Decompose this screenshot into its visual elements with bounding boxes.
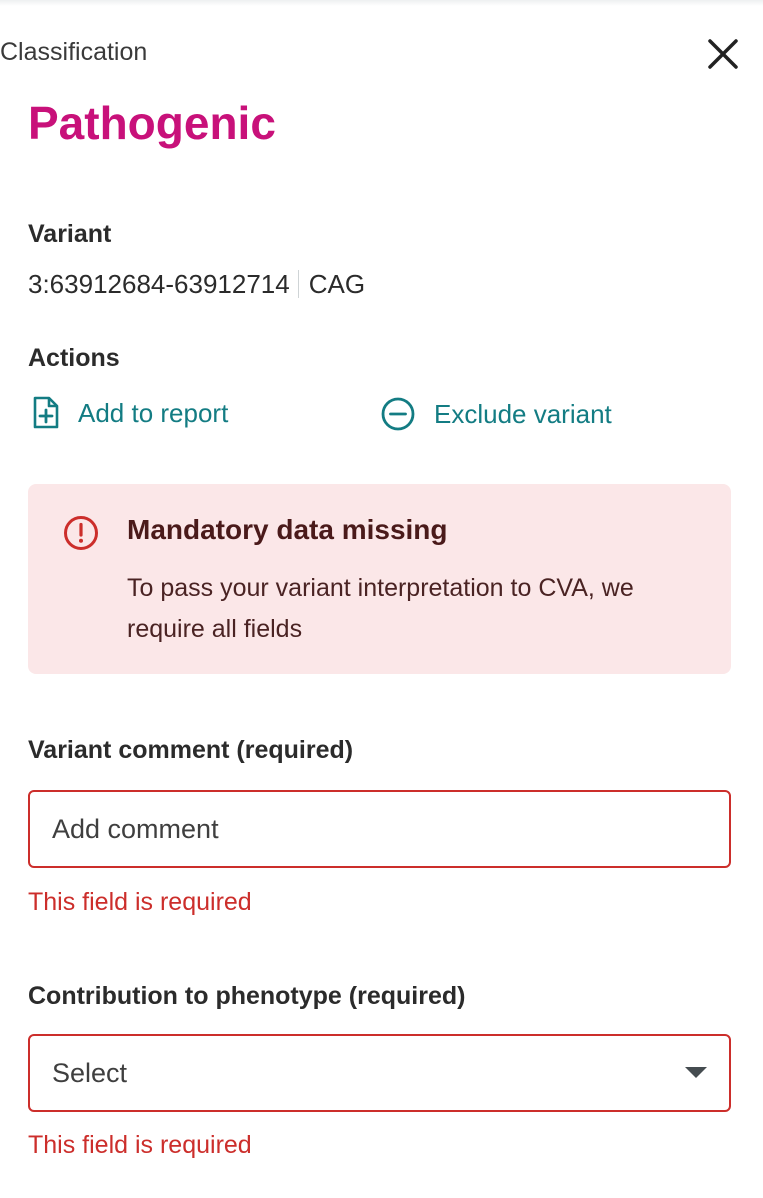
alert-body: To pass your variant interpretation to C… — [127, 574, 634, 643]
exclamation-circle-icon — [64, 516, 98, 550]
classification-panel: Classification Pathogenic Variant 3:6391… — [0, 0, 763, 1198]
exclude-variant-label: Exclude variant — [434, 398, 612, 429]
phenotype-contribution-label: Contribution to phenotype (required) — [28, 982, 466, 1010]
document-plus-icon — [33, 396, 59, 429]
exclude-variant-button[interactable]: Exclude variant — [380, 396, 612, 432]
variant-label: Variant — [28, 220, 112, 248]
alert-title: Mandatory data missing — [127, 514, 448, 545]
close-icon — [708, 39, 738, 69]
variant-comment-label: Variant comment (required) — [28, 736, 354, 764]
add-to-report-button[interactable]: Add to report — [32, 396, 228, 430]
variant-comment-input[interactable] — [28, 790, 731, 868]
phenotype-contribution-select[interactable]: Select — [28, 1034, 731, 1112]
classification-title: Pathogenic — [28, 97, 276, 149]
close-button[interactable] — [705, 36, 741, 72]
caret-down-icon — [685, 1067, 707, 1078]
minus-circle-icon — [381, 397, 415, 431]
add-to-report-label: Add to report — [78, 397, 229, 428]
phenotype-contribution-error: This field is required — [28, 1131, 252, 1159]
variant-comment-error: This field is required — [28, 888, 252, 916]
variant-position: 3:63912684-63912714 — [28, 269, 290, 299]
actions-label: Actions — [28, 344, 120, 372]
top-divider — [0, 0, 763, 6]
variant-sequence: CAG — [308, 269, 366, 299]
variant-separator — [297, 270, 299, 298]
panel-eyebrow: Classification — [0, 38, 148, 66]
phenotype-select-value: Select — [52, 1057, 128, 1088]
variant-value: 3:63912684-63912714 CAG — [28, 269, 365, 300]
